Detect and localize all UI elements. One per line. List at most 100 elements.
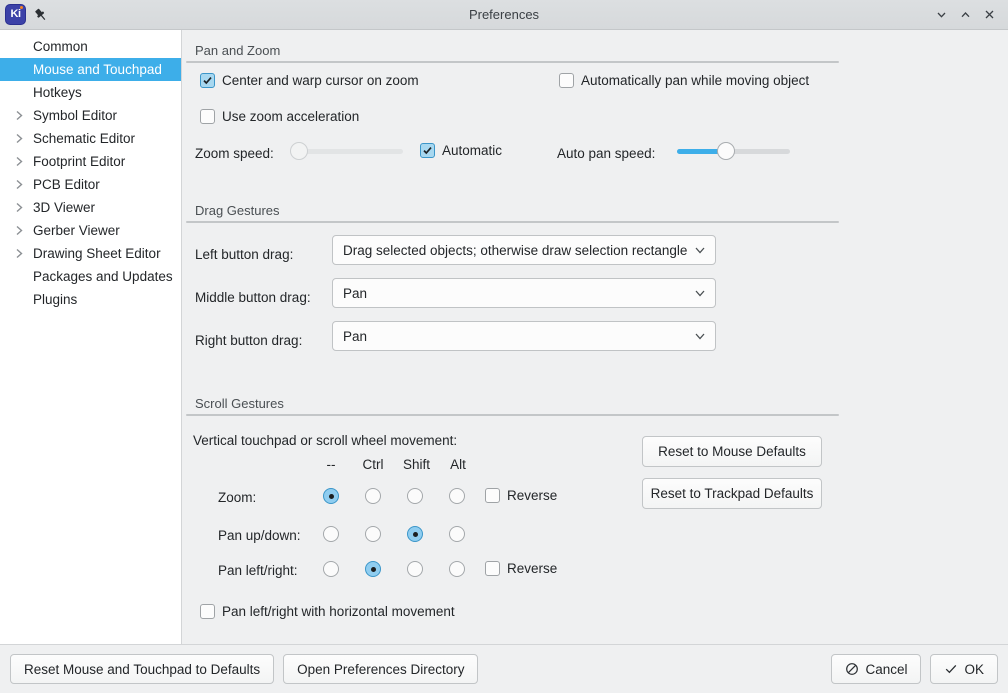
- slider-auto-pan-speed[interactable]: [677, 140, 790, 162]
- section-rule-drag-gestures: [186, 221, 839, 223]
- sidebar-item-common[interactable]: Common: [0, 35, 181, 58]
- check-icon: [944, 662, 958, 676]
- reset-mouse-and-touchpad-to-defaults-button[interactable]: Reset Mouse and Touchpad to Defaults: [10, 654, 275, 684]
- sidebar-item-hotkeys[interactable]: Hotkeys: [0, 81, 181, 104]
- kicad-logo-icon: Ki: [6, 5, 25, 24]
- combo-left-button-drag[interactable]: Drag selected objects; otherwise draw se…: [332, 235, 716, 265]
- checkbox-zoom-speed-automatic[interactable]: Automatic: [420, 143, 502, 158]
- chevron-right-icon[interactable]: [10, 156, 28, 167]
- radio-pan-leftright-none[interactable]: [323, 561, 339, 577]
- chevron-right-icon[interactable]: [10, 248, 28, 259]
- sidebar-item-label: 3D Viewer: [33, 200, 96, 215]
- minimize-button[interactable]: [930, 4, 952, 26]
- sidebar-item-label: Plugins: [33, 292, 78, 307]
- cancel-button[interactable]: Cancel: [831, 654, 922, 684]
- radio-pan-updown-alt[interactable]: [449, 526, 465, 542]
- sidebar-item-mouse-and-touchpad[interactable]: Mouse and Touchpad: [0, 58, 181, 81]
- radio-zoom-none[interactable]: [323, 488, 339, 504]
- slider-zoom-speed[interactable]: [290, 140, 403, 162]
- open-preferences-directory-button[interactable]: Open Preferences Directory: [283, 654, 479, 684]
- checkbox-label: Pan left/right with horizontal movement: [222, 604, 455, 619]
- section-title-scroll-gestures: Scroll Gestures: [195, 396, 284, 411]
- checkbox-box: [200, 604, 215, 619]
- radio-zoom-shift[interactable]: [407, 488, 423, 504]
- column-header-none: --: [326, 457, 336, 472]
- cancel-icon: [845, 662, 859, 676]
- label-pan-updown-row: Pan up/down:: [218, 528, 301, 543]
- sidebar-item-label: Drawing Sheet Editor: [33, 246, 161, 261]
- sidebar-item-symbol-editor[interactable]: Symbol Editor: [0, 104, 181, 127]
- radio-pan-updown-none[interactable]: [323, 526, 339, 542]
- combo-value: Pan: [343, 328, 368, 344]
- checkbox-center-warp-cursor[interactable]: Center and warp cursor on zoom: [200, 73, 419, 88]
- sidebar-item-drawing-sheet-editor[interactable]: Drawing Sheet Editor: [0, 242, 181, 265]
- window-title: Preferences: [468, 7, 540, 22]
- button-label: Reset Mouse and Touchpad to Defaults: [24, 661, 261, 677]
- pin-icon[interactable]: [33, 7, 49, 23]
- sidebar-item-footprint-editor[interactable]: Footprint Editor: [0, 150, 181, 173]
- label-auto-pan-speed: Auto pan speed:: [557, 146, 656, 161]
- radio-pan-leftright-ctrl[interactable]: [365, 561, 381, 577]
- column-header-shift: Shift: [403, 457, 431, 472]
- close-button[interactable]: [978, 4, 1000, 26]
- label-right-button-drag: Right button drag:: [195, 333, 303, 348]
- sidebar-item-label: Hotkeys: [33, 85, 82, 100]
- reset-to-mouse-defaults-button[interactable]: Reset to Mouse Defaults: [642, 436, 822, 467]
- button-label: OK: [964, 661, 984, 677]
- preferences-content: Pan and Zoom Center and warp cursor on z…: [182, 30, 1008, 644]
- combo-right-button-drag[interactable]: Pan: [332, 321, 716, 351]
- slider-thumb[interactable]: [290, 142, 308, 160]
- label-zoom-speed: Zoom speed:: [195, 146, 274, 161]
- check-icon: [203, 77, 212, 85]
- title-bar: Ki Preferences: [0, 0, 1008, 30]
- label-left-button-drag: Left button drag:: [195, 247, 294, 262]
- reset-to-trackpad-defaults-button[interactable]: Reset to Trackpad Defaults: [642, 478, 822, 509]
- sidebar-item-label: Common: [33, 39, 88, 54]
- slider-thumb[interactable]: [717, 142, 735, 160]
- checkbox-box: [420, 143, 435, 158]
- radio-zoom-ctrl[interactable]: [365, 488, 381, 504]
- checkbox-pan-leftright-reverse[interactable]: Reverse: [485, 561, 557, 576]
- chevron-right-icon[interactable]: [10, 110, 28, 121]
- section-rule-scroll-gestures: [186, 414, 839, 416]
- checkbox-pan-horizontal-movement[interactable]: Pan left/right with horizontal movement: [200, 604, 455, 619]
- chevron-down-icon: [693, 286, 707, 300]
- chevron-right-icon[interactable]: [10, 202, 28, 213]
- checkbox-box: [200, 73, 215, 88]
- checkbox-label: Reverse: [507, 561, 558, 576]
- checkbox-zoom-reverse[interactable]: Reverse: [485, 488, 557, 503]
- column-header-ctrl: Ctrl: [362, 457, 384, 472]
- window-controls: [930, 4, 1008, 26]
- sidebar-item-schematic-editor[interactable]: Schematic Editor: [0, 127, 181, 150]
- ok-button[interactable]: OK: [930, 654, 998, 684]
- checkbox-label: Automatically pan while moving object: [581, 73, 810, 88]
- sidebar-item-pcb-editor[interactable]: PCB Editor: [0, 173, 181, 196]
- label-pan-leftright-row: Pan left/right:: [218, 563, 298, 578]
- radio-zoom-alt[interactable]: [449, 488, 465, 504]
- chevron-up-icon: [961, 12, 969, 18]
- sidebar-item-plugins[interactable]: Plugins: [0, 288, 181, 311]
- radio-pan-updown-ctrl[interactable]: [365, 526, 381, 542]
- button-label: Cancel: [865, 661, 908, 677]
- combo-middle-button-drag[interactable]: Pan: [332, 278, 716, 308]
- label-vertical-movement-intro: Vertical touchpad or scroll wheel moveme…: [193, 433, 458, 448]
- chevron-down-icon: [693, 243, 707, 257]
- checkbox-box: [559, 73, 574, 88]
- sidebar-item-packages-and-updates[interactable]: Packages and Updates: [0, 265, 181, 288]
- chevron-right-icon[interactable]: [10, 179, 28, 190]
- sidebar-item-gerber-viewer[interactable]: Gerber Viewer: [0, 219, 181, 242]
- checkbox-label: Automatic: [442, 143, 503, 158]
- checkbox-zoom-acceleration[interactable]: Use zoom acceleration: [200, 109, 359, 124]
- radio-pan-updown-shift[interactable]: [407, 526, 423, 542]
- radio-pan-leftright-shift[interactable]: [407, 561, 423, 577]
- checkbox-auto-pan-moving-object[interactable]: Automatically pan while moving object: [559, 73, 809, 88]
- chevron-right-icon[interactable]: [10, 133, 28, 144]
- sidebar-item-label: Gerber Viewer: [33, 223, 120, 238]
- button-label: Open Preferences Directory: [297, 661, 465, 677]
- chevron-right-icon[interactable]: [10, 225, 28, 236]
- sidebar-item-label: Packages and Updates: [33, 269, 173, 284]
- maximize-button[interactable]: [954, 4, 976, 26]
- checkbox-box: [200, 109, 215, 124]
- radio-pan-leftright-alt[interactable]: [449, 561, 465, 577]
- sidebar-item-3d-viewer[interactable]: 3D Viewer: [0, 196, 181, 219]
